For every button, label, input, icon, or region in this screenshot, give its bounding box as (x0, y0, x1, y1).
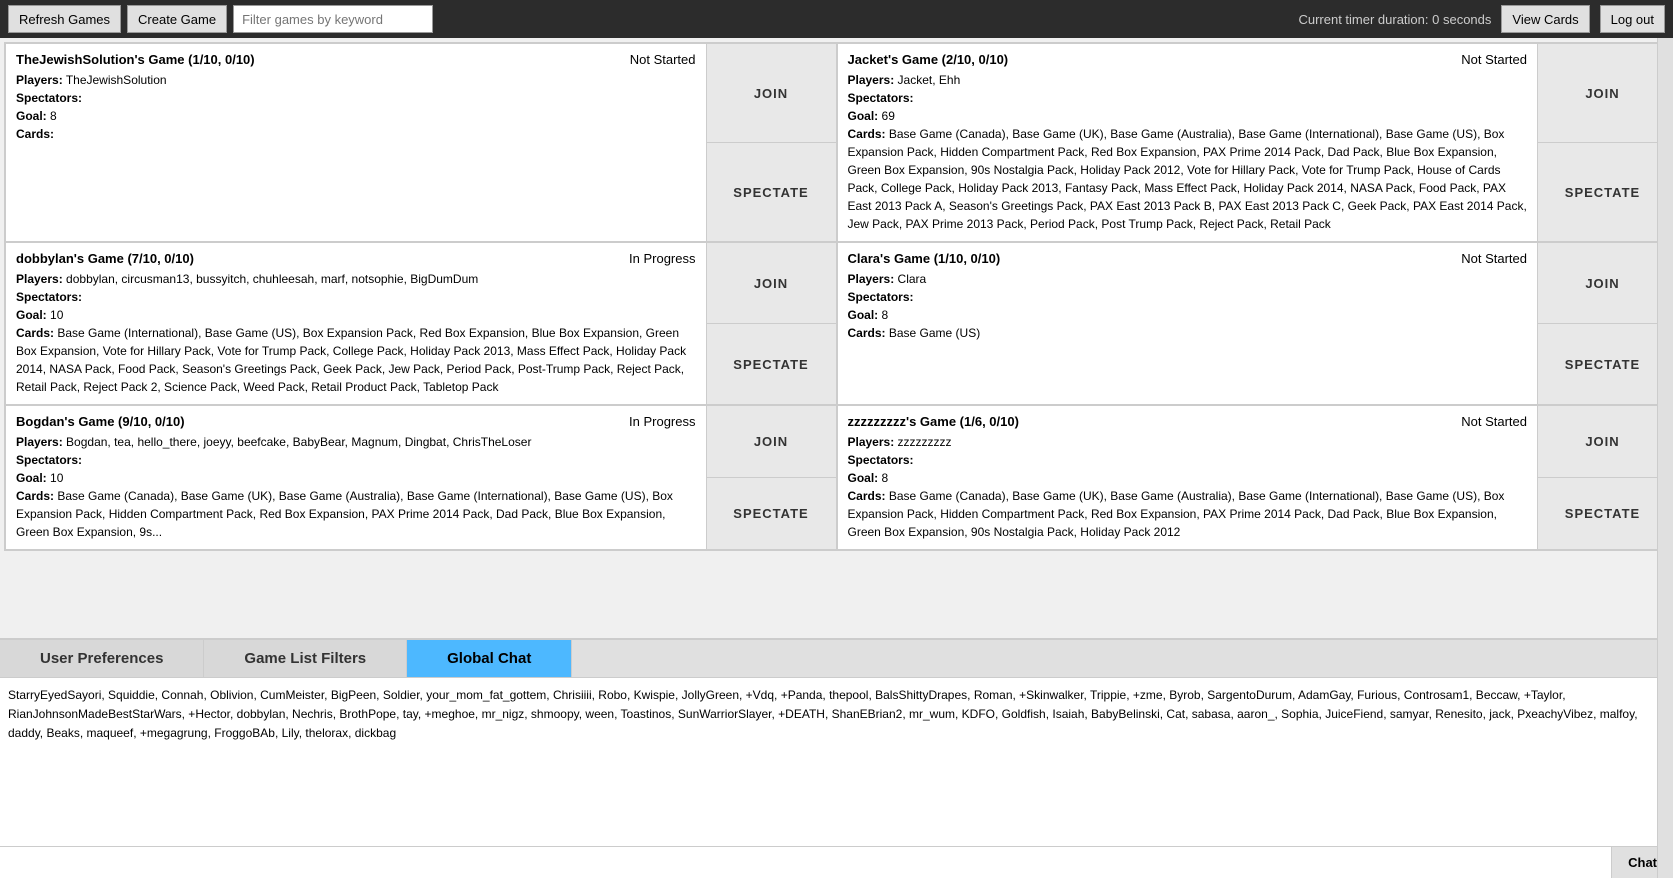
game-status: In Progress (629, 414, 695, 429)
spectate-button[interactable]: SPECTATE (707, 324, 836, 404)
tab-user-preferences[interactable]: User Preferences (0, 640, 204, 677)
join-button[interactable]: JOIN (1538, 44, 1667, 143)
game-card: Clara's Game (1/10, 0/10) Not Started Pl… (837, 242, 1669, 405)
game-card: Bogdan's Game (9/10, 0/10) In Progress P… (5, 405, 837, 550)
game-title: Clara's Game (1/10, 0/10) (848, 251, 1001, 266)
chat-area: StarryEyedSayori, Squiddie, Connah, Obli… (0, 678, 1673, 846)
games-grid: TheJewishSolution's Game (1/10, 0/10) No… (4, 42, 1669, 551)
game-status: Not Started (1461, 414, 1527, 429)
chat-input-row: Chat (0, 846, 1673, 878)
game-info: Clara's Game (1/10, 0/10) Not Started Pl… (838, 243, 1538, 404)
join-button[interactable]: JOIN (707, 243, 836, 324)
game-actions: JOIN SPECTATE (706, 243, 836, 404)
join-button[interactable]: JOIN (707, 406, 836, 478)
game-header: dobbylan's Game (7/10, 0/10) In Progress (16, 251, 696, 266)
game-info: Jacket's Game (2/10, 0/10) Not Started P… (838, 44, 1538, 241)
game-info: dobbylan's Game (7/10, 0/10) In Progress… (6, 243, 706, 404)
game-header: Clara's Game (1/10, 0/10) Not Started (848, 251, 1528, 266)
game-details: Players: TheJewishSolution Spectators: G… (16, 71, 696, 143)
game-status: Not Started (1461, 52, 1527, 67)
game-header: Jacket's Game (2/10, 0/10) Not Started (848, 52, 1528, 67)
game-card: TheJewishSolution's Game (1/10, 0/10) No… (5, 43, 837, 242)
game-card: Jacket's Game (2/10, 0/10) Not Started P… (837, 43, 1669, 242)
game-details: Players: Jacket, Ehh Spectators: Goal: 6… (848, 71, 1528, 233)
game-header: Bogdan's Game (9/10, 0/10) In Progress (16, 414, 696, 429)
game-status: Not Started (630, 52, 696, 67)
game-card: zzzzzzzzz's Game (1/6, 0/10) Not Started… (837, 405, 1669, 550)
game-header: zzzzzzzzz's Game (1/6, 0/10) Not Started (848, 414, 1528, 429)
timer-text: Current timer duration: 0 seconds (1298, 12, 1491, 27)
tab-game-list-filters[interactable]: Game List Filters (204, 640, 407, 677)
spectate-button[interactable]: SPECTATE (707, 478, 836, 549)
game-card: dobbylan's Game (7/10, 0/10) In Progress… (5, 242, 837, 405)
game-info: zzzzzzzzz's Game (1/6, 0/10) Not Started… (838, 406, 1538, 549)
chat-input[interactable] (0, 847, 1611, 878)
game-details: Players: dobbylan, circusman13, bussyitc… (16, 270, 696, 396)
game-title: Jacket's Game (2/10, 0/10) (848, 52, 1009, 67)
tab-global-chat[interactable]: Global Chat (407, 640, 572, 677)
spectate-button[interactable]: SPECTATE (1538, 143, 1667, 241)
game-details: Players: zzzzzzzzz Spectators: Goal: 8 C… (848, 433, 1528, 541)
game-title: zzzzzzzzz's Game (1/6, 0/10) (848, 414, 1019, 429)
game-actions: JOIN SPECTATE (706, 44, 836, 241)
scrollbar[interactable] (1657, 38, 1673, 878)
game-actions: JOIN SPECTATE (706, 406, 836, 549)
header: Refresh Games Create Game Current timer … (0, 0, 1673, 38)
filter-input[interactable] (233, 5, 433, 33)
game-info: Bogdan's Game (9/10, 0/10) In Progress P… (6, 406, 706, 549)
game-status: Not Started (1461, 251, 1527, 266)
game-title: Bogdan's Game (9/10, 0/10) (16, 414, 185, 429)
game-actions: JOIN SPECTATE (1537, 243, 1667, 404)
spectate-button[interactable]: SPECTATE (707, 143, 836, 241)
game-title: TheJewishSolution's Game (1/10, 0/10) (16, 52, 255, 67)
game-header: TheJewishSolution's Game (1/10, 0/10) No… (16, 52, 696, 67)
bottom-tabs: User Preferences Game List Filters Globa… (0, 640, 1673, 678)
join-button[interactable]: JOIN (707, 44, 836, 143)
spectate-button[interactable]: SPECTATE (1538, 478, 1667, 549)
game-details: Players: Clara Spectators: Goal: 8 Cards… (848, 270, 1528, 342)
bottom-panel: User Preferences Game List Filters Globa… (0, 638, 1673, 878)
game-title: dobbylan's Game (7/10, 0/10) (16, 251, 194, 266)
refresh-games-button[interactable]: Refresh Games (8, 5, 121, 33)
game-actions: JOIN SPECTATE (1537, 406, 1667, 549)
header-right: Current timer duration: 0 seconds View C… (1298, 5, 1665, 33)
chat-content: StarryEyedSayori, Squiddie, Connah, Obli… (8, 688, 1638, 740)
view-cards-button[interactable]: View Cards (1501, 5, 1589, 33)
logout-button[interactable]: Log out (1600, 5, 1665, 33)
join-button[interactable]: JOIN (1538, 406, 1667, 478)
game-details: Players: Bogdan, tea, hello_there, joeyy… (16, 433, 696, 541)
create-game-button[interactable]: Create Game (127, 5, 227, 33)
game-info: TheJewishSolution's Game (1/10, 0/10) No… (6, 44, 706, 241)
join-button[interactable]: JOIN (1538, 243, 1667, 324)
game-status: In Progress (629, 251, 695, 266)
spectate-button[interactable]: SPECTATE (1538, 324, 1667, 404)
game-actions: JOIN SPECTATE (1537, 44, 1667, 241)
